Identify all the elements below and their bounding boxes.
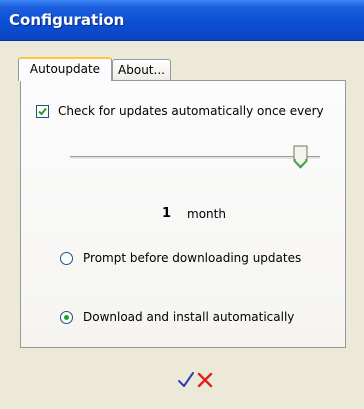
tab-about[interactable]: About... — [112, 59, 171, 81]
cancel-x-icon[interactable] — [196, 371, 214, 389]
interval-slider-thumb[interactable] — [293, 145, 308, 169]
window-title: Configuration — [9, 11, 125, 29]
title-bar[interactable]: Configuration — [0, 0, 364, 41]
auto-check-label: Check for updates automatically once eve… — [58, 104, 324, 118]
auto-install-radio[interactable] — [60, 311, 73, 324]
radio-selected-dot — [64, 315, 69, 320]
checkmark-icon — [38, 107, 47, 116]
autoupdate-panel — [20, 80, 346, 348]
tab-autoupdate[interactable]: Autoupdate — [18, 57, 112, 81]
interval-value: 1 — [162, 206, 172, 221]
auto-check-checkbox[interactable] — [36, 105, 49, 118]
prompt-radio-label: Prompt before downloading updates — [83, 251, 302, 265]
auto-install-radio-label: Download and install automatically — [83, 310, 295, 324]
interval-unit: month — [187, 207, 226, 221]
prompt-radio[interactable] — [60, 252, 73, 265]
ok-checkmark-icon[interactable] — [177, 371, 195, 389]
interval-slider-track[interactable] — [70, 156, 320, 160]
